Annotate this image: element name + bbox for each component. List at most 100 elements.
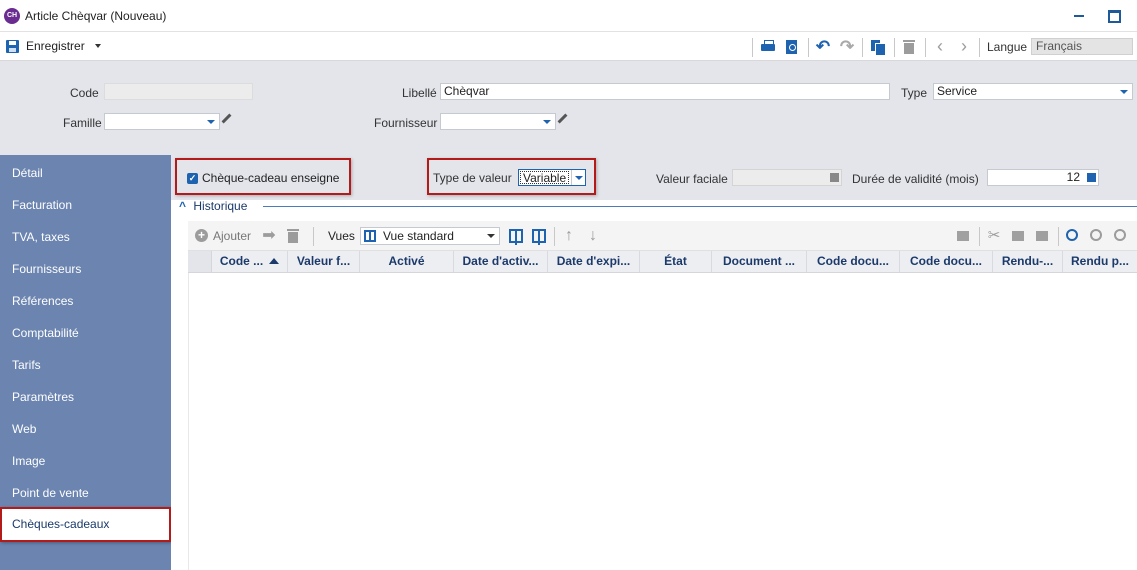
duree-validite-value: 12 (1066, 170, 1080, 184)
search-next-icon[interactable] (1114, 229, 1126, 241)
column-header-label: Code ... (219, 254, 264, 268)
duree-validite-field[interactable]: 12 (987, 169, 1099, 186)
calculator-icon[interactable] (830, 173, 839, 182)
collapse-chevron-icon[interactable]: ^ (179, 199, 186, 213)
next-icon[interactable]: › (956, 37, 972, 55)
calculator-icon[interactable] (1087, 173, 1096, 182)
toolbar-divider (979, 227, 980, 246)
column-header-code-document-1[interactable]: Code docu... (807, 251, 900, 272)
giftcard-checkbox-label: Chèque-cadeau enseigne (202, 171, 340, 185)
toolbar-divider (1058, 227, 1059, 246)
language-field[interactable]: Français (1031, 38, 1133, 55)
save-dropdown-icon[interactable] (94, 44, 101, 48)
paste-icon[interactable] (1034, 228, 1050, 244)
edit-pencil-icon[interactable] (556, 113, 568, 125)
type-label: Type (901, 86, 928, 100)
redo-icon[interactable]: ↷ (839, 38, 855, 55)
sidebar-item-facturation[interactable]: Facturation (0, 189, 171, 221)
column-header-etat[interactable]: État (640, 251, 712, 272)
giftcard-checkbox[interactable]: ✓ (187, 173, 198, 184)
toolbar-divider (979, 38, 980, 57)
grid-settings-icon[interactable] (532, 229, 546, 245)
toolbar-divider (894, 38, 895, 57)
sidebar-item-references[interactable]: Références (0, 285, 171, 317)
edit-pencil-icon[interactable] (220, 113, 232, 125)
sidebar-item-point-de-vente[interactable]: Point de vente (0, 477, 171, 509)
print-preview-icon[interactable] (784, 39, 800, 55)
maximize-button[interactable] (1104, 6, 1124, 26)
toolbar-divider (313, 227, 314, 246)
column-header-document[interactable]: Document ... (712, 251, 807, 272)
famille-select[interactable] (104, 113, 220, 130)
row-header-corner (188, 251, 212, 272)
arrow-down-icon[interactable]: ↓ (585, 228, 601, 244)
type-valeur-value: Variable (520, 171, 570, 185)
trash-icon[interactable] (901, 39, 917, 55)
libelle-field[interactable]: Chèqvar (440, 83, 890, 100)
search-icon[interactable] (1066, 229, 1078, 241)
fournisseur-select[interactable] (440, 113, 556, 130)
column-header-code[interactable]: Code ... (212, 251, 288, 272)
cut-icon[interactable]: ✂ (986, 228, 1002, 244)
sidebar-item-image[interactable]: Image (0, 445, 171, 477)
views-select[interactable]: Vue standard (360, 227, 500, 245)
column-header-rendu-2[interactable]: Rendu p... (1063, 251, 1137, 272)
chevron-down-icon (487, 234, 495, 238)
save-button[interactable]: Enregistrer (6, 39, 101, 53)
sidebar-item-web[interactable]: Web (0, 413, 171, 445)
chevron-down-icon[interactable] (571, 170, 585, 185)
type-valeur-label: Type de valeur (433, 171, 512, 185)
code-field[interactable] (104, 83, 253, 100)
views-value: Vue standard (383, 229, 454, 243)
column-header-date-activation[interactable]: Date d'activ... (454, 251, 548, 272)
type-valeur-select[interactable]: Variable (518, 169, 586, 186)
sidebar-item-parametres[interactable]: Paramètres (0, 381, 171, 413)
toolbar-divider (554, 227, 555, 246)
duplicate-icon[interactable] (870, 39, 886, 55)
chevron-down-icon (1120, 90, 1128, 94)
search-previous-icon[interactable] (1090, 229, 1102, 241)
toolbar-divider (925, 38, 926, 57)
sidebar-item-tarifs[interactable]: Tarifs (0, 349, 171, 381)
undo-icon[interactable]: ↶ (815, 38, 831, 55)
sidebar-item-fournisseurs[interactable]: Fournisseurs (0, 253, 171, 285)
add-label[interactable]: Ajouter (213, 229, 251, 243)
window-title: Article Chèqvar (Nouveau) (25, 8, 167, 23)
copy-icon[interactable] (1010, 228, 1026, 244)
historique-title: Historique (193, 199, 248, 213)
historique-grid-body[interactable] (188, 273, 1137, 570)
type-select[interactable]: Service (933, 83, 1133, 100)
columns-icon[interactable] (509, 229, 523, 245)
arrow-up-icon[interactable]: ↑ (561, 228, 577, 244)
arrow-right-icon[interactable]: ➡ (261, 228, 277, 244)
print-icon[interactable] (760, 39, 776, 55)
column-header-active[interactable]: Activé (360, 251, 454, 272)
historique-section-header[interactable]: ^ Historique (179, 199, 247, 213)
valeur-faciale-field[interactable] (732, 169, 842, 186)
sidebar-item-cheques-cadeaux[interactable]: Chèques-cadeaux (0, 507, 171, 542)
duree-validite-label: Durée de validité (mois) (852, 172, 979, 186)
fournisseur-label: Fournisseur (374, 116, 438, 130)
toolbar-divider (808, 38, 809, 57)
grid-toolbar: + Ajouter ➡ Vues Vue standard ↑ ↓ ✂ (188, 221, 1137, 251)
section-divider (263, 206, 1137, 207)
trash-icon[interactable] (285, 228, 301, 244)
sidebar-item-tva-taxes[interactable]: TVA, taxes (0, 221, 171, 253)
column-header-valeur-faciale[interactable]: Valeur f... (288, 251, 360, 272)
title-bar: CH Article Chèqvar (Nouveau) (0, 0, 1137, 31)
famille-label: Famille (63, 116, 102, 130)
save-icon (6, 39, 19, 53)
sidebar-item-comptabilite[interactable]: Comptabilité (0, 317, 171, 349)
column-header-date-expiration[interactable]: Date d'expi... (548, 251, 640, 272)
minimize-button[interactable] (1069, 6, 1089, 26)
app-logo-icon: CH (4, 7, 20, 24)
add-icon[interactable]: + (195, 229, 208, 242)
print-icon[interactable] (955, 228, 971, 244)
sidebar: Détail Facturation TVA, taxes Fournisseu… (0, 155, 171, 570)
sidebar-item-detail[interactable]: Détail (0, 157, 171, 189)
column-header-rendu-1[interactable]: Rendu-... (993, 251, 1063, 272)
previous-icon[interactable]: ‹ (932, 37, 948, 55)
column-header-code-document-2[interactable]: Code docu... (900, 251, 993, 272)
libelle-label: Libellé (402, 86, 437, 100)
chevron-down-icon (207, 120, 215, 124)
